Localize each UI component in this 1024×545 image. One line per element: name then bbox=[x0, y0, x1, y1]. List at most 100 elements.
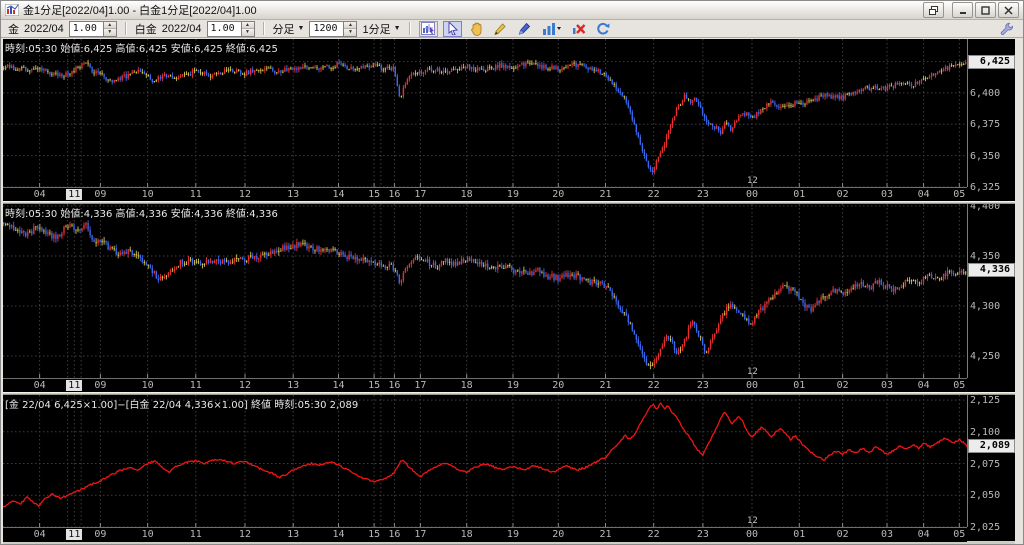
spin-down-icon[interactable]: ▼ bbox=[104, 29, 116, 36]
gold-plot-area[interactable]: 時刻:05:30 始値:6,425 高値:6,425 安値:6,425 終値:6… bbox=[3, 39, 968, 187]
time-tick-label: 10 bbox=[142, 529, 154, 540]
maximize-icon bbox=[981, 6, 990, 15]
gold-price-axis: 6,425 6,4006,3756,3506,325 bbox=[968, 39, 1015, 201]
gold-label: 金 bbox=[8, 21, 19, 37]
time-tick-label: 00 bbox=[746, 189, 758, 200]
time-tick-label: 05 bbox=[953, 189, 965, 200]
price-tick-label: 2,125 bbox=[970, 395, 1000, 406]
time-tick-label: 10 bbox=[142, 380, 154, 391]
time-tick-label: 17 bbox=[414, 189, 426, 200]
delete-x-icon bbox=[572, 22, 586, 35]
maximize-button[interactable] bbox=[975, 2, 996, 18]
gold-multiplier-spinner[interactable]: 1.00 ▲▼ bbox=[69, 21, 117, 37]
bar-count-spinner[interactable]: 1200 ▲▼ bbox=[309, 21, 357, 37]
time-tick-label: 19 bbox=[507, 189, 519, 200]
platinum-candle-chart bbox=[3, 204, 967, 378]
time-tick-label: 22 bbox=[648, 189, 660, 200]
spread-price-axis: 2,089 2,1252,1002,0752,0502,025 bbox=[968, 395, 1015, 541]
bar-type-dropdown[interactable]: 分足 ▼ bbox=[273, 21, 305, 37]
time-tick-label: 03 bbox=[881, 380, 893, 391]
price-tick-label: 6,375 bbox=[970, 119, 1000, 130]
bar-interval-value: 1分足 bbox=[362, 21, 390, 37]
gold-time-axis: 0409101112131415161718192021222300010203… bbox=[3, 187, 967, 202]
time-tick-label: 02 bbox=[837, 380, 849, 391]
time-tick-label: 17 bbox=[414, 529, 426, 540]
time-tick-label: 15 bbox=[368, 380, 380, 391]
indicator-chart-button[interactable] bbox=[539, 21, 565, 37]
pen-line-button[interactable] bbox=[515, 21, 534, 37]
time-tick-label: 02 bbox=[837, 529, 849, 540]
time-tick-label: 11 bbox=[190, 529, 202, 540]
app-icon bbox=[5, 4, 19, 16]
gold-multiplier-spin-buttons[interactable]: ▲▼ bbox=[103, 22, 116, 36]
float-window-button[interactable] bbox=[923, 2, 944, 18]
bar-type-value: 分足 bbox=[273, 21, 295, 37]
time-tick-label: 04 bbox=[34, 380, 46, 391]
time-tick-label: 12 bbox=[239, 189, 251, 200]
date-change-label: 12 bbox=[747, 367, 758, 377]
title-bar[interactable]: 金1分足[2022/04]1.00 - 白金1分足[2022/04]1.00 bbox=[1, 1, 1023, 20]
platinum-time-axis: 0409101112131415161718192021222300010203… bbox=[3, 378, 967, 393]
spin-up-icon[interactable]: ▲ bbox=[104, 22, 116, 30]
time-tick-label: 09 bbox=[94, 380, 106, 391]
spread-line-chart bbox=[3, 395, 967, 527]
time-tick-label: 23 bbox=[697, 189, 709, 200]
time-tick-label: 20 bbox=[552, 529, 564, 540]
bar-count-spin-buttons[interactable]: ▲▼ bbox=[343, 22, 356, 36]
platinum-ohlc-info: 時刻:05:30 始値:4,336 高値:4,336 安値:4,336 終値:4… bbox=[5, 205, 278, 220]
platinum-multiplier-value[interactable]: 1.00 bbox=[208, 22, 241, 36]
delete-indicator-button[interactable] bbox=[570, 21, 589, 37]
platinum-month-value[interactable]: 2022/04 bbox=[162, 23, 202, 35]
time-tick-label: 23 bbox=[697, 529, 709, 540]
time-tick-label: 21 bbox=[599, 189, 611, 200]
settings-button[interactable] bbox=[997, 21, 1016, 37]
time-tick-label: 04 bbox=[34, 529, 46, 540]
crosshair-chart-icon bbox=[421, 22, 435, 35]
select-arrow-icon bbox=[447, 22, 458, 35]
time-tick-label: 04 bbox=[918, 189, 930, 200]
platinum-label: 白金 bbox=[135, 21, 157, 37]
time-tick-label: 14 bbox=[332, 529, 344, 540]
bar-interval-dropdown[interactable]: 1分足 ▼ bbox=[362, 21, 400, 37]
price-tick-label: 4,400 bbox=[970, 204, 1000, 212]
time-tick-label: 01 bbox=[793, 189, 805, 200]
time-tick-label: 15 bbox=[368, 189, 380, 200]
platinum-plot-area[interactable]: 時刻:05:30 始値:4,336 高値:4,336 安値:4,336 終値:4… bbox=[3, 204, 968, 378]
crosshair-chart-button[interactable] bbox=[419, 21, 438, 37]
close-button[interactable] bbox=[998, 2, 1019, 18]
spread-plot-area[interactable]: [金 22/04 6,425×1.00]−[白金 22/04 4,336×1.0… bbox=[3, 395, 968, 527]
time-tick-label: 00 bbox=[746, 529, 758, 540]
platinum-multiplier-spinner[interactable]: 1.00 ▲▼ bbox=[207, 21, 255, 37]
minimize-button[interactable] bbox=[952, 2, 973, 18]
time-tick-label: 04 bbox=[34, 189, 46, 200]
select-arrow-button[interactable] bbox=[443, 21, 462, 37]
time-tick-label: 23 bbox=[697, 380, 709, 391]
spin-up-icon[interactable]: ▲ bbox=[242, 22, 254, 30]
gold-month-value[interactable]: 2022/04 bbox=[24, 23, 64, 35]
session-date-box: 11 bbox=[66, 380, 82, 391]
time-tick-label: 21 bbox=[599, 380, 611, 391]
refresh-button[interactable] bbox=[594, 21, 613, 37]
spin-up-icon[interactable]: ▲ bbox=[344, 22, 356, 30]
time-tick-label: 12 bbox=[239, 529, 251, 540]
time-tick-label: 02 bbox=[837, 189, 849, 200]
pan-hand-button[interactable] bbox=[467, 21, 486, 37]
time-tick-label: 04 bbox=[918, 380, 930, 391]
wrench-icon bbox=[1000, 22, 1014, 36]
time-tick-label: 05 bbox=[953, 380, 965, 391]
spin-down-icon[interactable]: ▼ bbox=[344, 29, 356, 36]
session-date-box: 11 bbox=[66, 529, 82, 540]
bar-count-value[interactable]: 1200 bbox=[310, 22, 343, 36]
time-tick-label: 16 bbox=[388, 529, 400, 540]
pencil-icon bbox=[493, 22, 507, 36]
platinum-multiplier-spin-buttons[interactable]: ▲▼ bbox=[241, 22, 254, 36]
price-tick-label: 4,350 bbox=[970, 251, 1000, 262]
spin-down-icon[interactable]: ▼ bbox=[242, 29, 254, 36]
time-tick-label: 01 bbox=[793, 529, 805, 540]
gold-multiplier-value[interactable]: 1.00 bbox=[70, 22, 103, 36]
platinum-price-axis: 4,336 4,4004,3504,3004,250 bbox=[968, 204, 1015, 392]
pencil-draw-button[interactable] bbox=[491, 21, 510, 37]
time-tick-label: 16 bbox=[388, 380, 400, 391]
time-tick-label: 09 bbox=[94, 529, 106, 540]
time-tick-label: 01 bbox=[793, 380, 805, 391]
